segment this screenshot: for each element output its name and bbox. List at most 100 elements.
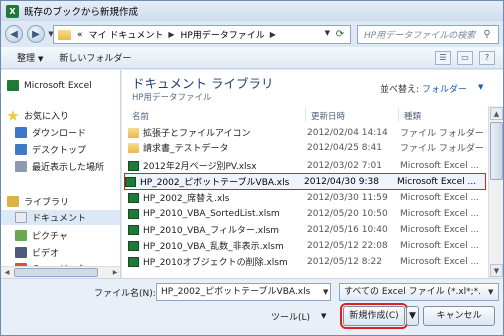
back-arrow-icon: ◀ [10, 28, 18, 40]
create-options-dropdown[interactable]: ▼ [406, 306, 419, 326]
column-header-date[interactable]: 更新日時 [311, 110, 345, 122]
help-icon[interactable]: ? [479, 51, 495, 65]
nav-label: 最近表示した場所 [32, 163, 105, 173]
arrange-by-dropdown[interactable]: フォルダー [422, 82, 467, 95]
file-row[interactable]: HP_2010オブジェクトの削除.xlsm 2012/05/12 8:22 Micr… [128, 255, 486, 268]
scroll-thumb[interactable] [14, 268, 98, 277]
nav-label: デスクトップ [32, 146, 87, 156]
file-type-filter[interactable]: すべての Excel ファイル (*.xl*;*. [339, 283, 499, 301]
column-divider[interactable] [398, 108, 399, 122]
dialog-footer: ファイル名(N): HP_2002_ピボットテーブルVBA.xls ▼ すべての… [1, 278, 503, 335]
nav-libraries[interactable]: ライブラリ [1, 194, 120, 209]
filename-dropdown-icon[interactable]: ▼ [323, 288, 328, 296]
file-type: Microsoft Excel ... [400, 256, 480, 267]
excel-file-icon [125, 176, 136, 187]
file-date: 2012/03/02 7:01 [307, 160, 382, 171]
folder-icon [58, 29, 71, 40]
nav-downloads[interactable]: ダウンロード [1, 125, 120, 140]
scroll-left-icon[interactable]: ◀ [1, 267, 13, 278]
folder-icon [128, 127, 139, 138]
nav-horizontal-scrollbar[interactable]: ◀ ▶ [1, 266, 120, 278]
chevron-down-icon[interactable]: ▼ [488, 288, 493, 296]
nav-label: お気に入り [24, 112, 70, 122]
nav-desktop[interactable]: デスクトップ [1, 142, 120, 157]
dialog-window: X 既存のブックから新規作成 ◀ ▶ ▼ « マイ ドキュメント ▶ HP用デー… [0, 0, 504, 336]
excel-file-icon [128, 192, 139, 203]
nav-videos[interactable]: ビデオ [1, 245, 120, 260]
file-type: Microsoft Excel ... [400, 192, 480, 203]
forward-arrow-icon: ▶ [32, 28, 40, 40]
address-dropdown-icon[interactable]: ▼ [325, 29, 330, 37]
excel-icon [7, 80, 19, 91]
scroll-up-icon[interactable]: ▲ [490, 107, 503, 120]
nav-favorites[interactable]: お気に入り [1, 108, 120, 123]
scroll-thumb[interactable] [490, 122, 503, 180]
breadcrumb-my-documents[interactable]: マイ ドキュメント [89, 28, 164, 41]
file-date: 2012/04/25 8:41 [307, 142, 382, 153]
address-bar[interactable]: « マイ ドキュメント ▶ HP用データファイル ▶ ▼ ⟳ [53, 25, 351, 44]
file-date: 2012/05/16 10:40 [307, 224, 388, 235]
file-name: HP_2010オブジェクトの削除.xlsm [143, 258, 288, 268]
cancel-button[interactable]: キャンセル [423, 306, 495, 326]
column-header-type[interactable]: 種類 [404, 110, 421, 122]
file-row[interactable]: HP_2010_VBA_乱数_非表示.xlsm 2012/05/12 22:08 M… [128, 239, 486, 252]
tools-menu[interactable]: ツール(L) [271, 310, 310, 323]
nav-pictures[interactable]: ピクチャ [1, 228, 120, 243]
chevron-down-icon[interactable]: ▼ [321, 312, 326, 320]
filename-input[interactable]: HP_2002_ピボットテーブルVBA.xls [156, 283, 331, 301]
file-list-scrollbar[interactable]: ▲ ▼ [488, 106, 503, 278]
nav-microsoft-excel[interactable]: Microsoft Excel [1, 78, 120, 93]
search-icon[interactable]: ⚲ [480, 29, 494, 40]
search-placeholder[interactable]: HP用データファイルの検索 [364, 28, 480, 41]
library-subtitle: HP用データファイル [132, 93, 212, 103]
view-options-icon[interactable]: ☰ [435, 51, 451, 65]
file-type: ファイル フォルダー [400, 144, 484, 154]
file-name: HP_2010_VBA_フィルター.xlsm [143, 226, 280, 236]
file-row[interactable]: 拡張子とファイルアイコン 2012/02/04 14:14 ファイル フォルダー [128, 126, 486, 139]
file-date: 2012/03/30 11:59 [307, 192, 388, 203]
file-row[interactable]: HP_2010_VBA_SortedList.xlsm 2012/05/20 10… [128, 207, 486, 220]
column-divider[interactable] [305, 108, 306, 122]
folder-icon [128, 142, 139, 153]
nav-documents[interactable]: ドキュメント [1, 210, 120, 225]
breadcrumb-separator-icon[interactable]: ▶ [168, 30, 174, 39]
file-name: HP_2002_ピボットテーブルVBA.xls [140, 178, 290, 188]
new-folder-button[interactable]: 新しいフォルダー [59, 51, 131, 64]
column-header-name[interactable]: 名前 [132, 110, 149, 122]
nav-label: Microsoft Excel [24, 80, 92, 91]
recent-places-icon [15, 161, 27, 172]
excel-app-icon: X [6, 4, 19, 18]
file-row[interactable]: 2012年2月ページ別PV.xlsx 2012/03/02 7:01 Microso… [128, 159, 486, 172]
file-date: 2012/05/12 22:08 [307, 240, 388, 251]
back-button[interactable]: ◀ [5, 25, 23, 43]
file-type: Microsoft Excel ... [400, 208, 480, 219]
view-controls: ☰ ▭ ? [429, 51, 495, 65]
scroll-right-icon[interactable]: ▶ [109, 267, 120, 278]
refresh-icon[interactable]: ⟳ [333, 28, 347, 41]
command-toolbar: 整理 ▼ 新しいフォルダー ☰ ▭ ? [1, 47, 503, 69]
star-icon [7, 110, 19, 121]
file-type: Microsoft Excel ... [400, 160, 480, 171]
file-name: HP_2010_VBA_乱数_非表示.xlsm [143, 242, 284, 252]
chevron-down-icon[interactable]: ▼ [478, 83, 483, 91]
breadcrumb-separator-icon[interactable]: ▶ [270, 30, 276, 39]
file-row[interactable]: 請求書_テストデータ 2012/04/25 8:41 ファイル フォルダー [128, 141, 486, 154]
scroll-down-icon[interactable]: ▼ [490, 264, 503, 277]
file-type: Microsoft Excel ... [400, 224, 480, 235]
file-type: ファイル フォルダー [400, 129, 484, 139]
organize-menu[interactable]: 整理 ▼ [17, 51, 43, 64]
preview-pane-icon[interactable]: ▭ [457, 51, 473, 65]
create-new-button[interactable]: 新規作成(C) [340, 303, 408, 329]
file-row-selected[interactable]: HP_2002_ピボットテーブルVBA.xls 2012/04/30 9:38 Mi… [124, 173, 486, 190]
nav-recent-places[interactable]: 最近表示した場所 [1, 159, 120, 174]
search-input[interactable]: HP用データファイルの検索 ⚲ [357, 25, 499, 44]
file-name: 拡張子とファイルアイコン [143, 129, 251, 139]
address-row: ◀ ▶ ▼ « マイ ドキュメント ▶ HP用データファイル ▶ ▼ ⟳ HP用… [1, 21, 503, 47]
documents-icon [15, 212, 27, 223]
forward-button[interactable]: ▶ [27, 25, 45, 43]
file-row[interactable]: HP_2010_VBA_フィルター.xlsm 2012/05/16 10:40 Mi… [128, 223, 486, 236]
breadcrumb-overflow[interactable]: « [77, 30, 83, 40]
title-bar: X 既存のブックから新規作成 [1, 1, 503, 21]
file-row[interactable]: HP_2002_席替え.xls 2012/03/30 11:59 Microsoft… [128, 191, 486, 204]
breadcrumb-hp-data[interactable]: HP用データファイル [181, 28, 265, 41]
